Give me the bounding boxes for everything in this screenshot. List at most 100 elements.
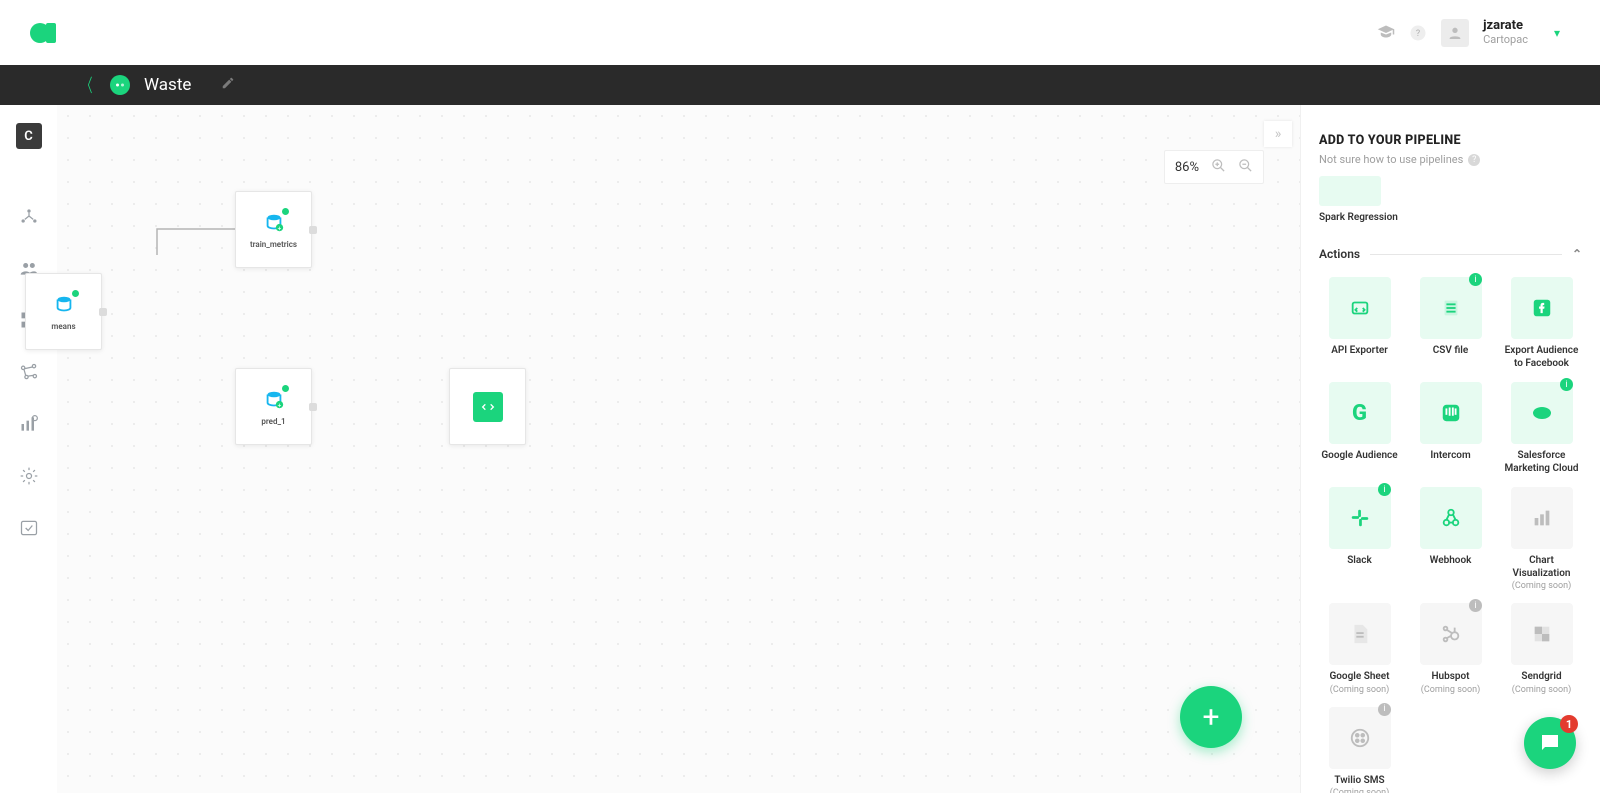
- tile-label: Google Sheet: [1329, 671, 1389, 684]
- pipeline-node-pred-1[interactable]: + pred_1: [235, 368, 312, 445]
- chat-notification-badge: 1: [1560, 715, 1578, 733]
- user-avatar[interactable]: [1441, 19, 1469, 47]
- action-tile-csv[interactable]: iCSV file: [1410, 277, 1491, 370]
- tile-label: Google Audience: [1321, 450, 1397, 463]
- project-icon: [110, 75, 130, 95]
- tile-label: Hubspot: [1431, 671, 1469, 684]
- action-tile-webhook[interactable]: Webhook: [1410, 487, 1491, 591]
- node-label: means: [51, 322, 75, 331]
- panel-title: ADD TO YOUR PIPELINE: [1319, 133, 1582, 148]
- help-icon[interactable]: ?: [1409, 24, 1427, 42]
- action-tile-hubspot[interactable]: iHubspot(Coming soon): [1410, 603, 1491, 695]
- database-icon: [51, 292, 77, 318]
- tile-label: CSV file: [1433, 345, 1469, 358]
- status-ok-icon: [280, 206, 291, 217]
- node-label: train_metrics: [250, 240, 297, 249]
- action-tile-sheet[interactable]: Google Sheet(Coming soon): [1319, 603, 1400, 695]
- zoom-out-icon[interactable]: [1238, 158, 1253, 177]
- pipeline-canvas[interactable]: means + train_metrics + pred_1: [57, 105, 1600, 793]
- nav-sql-icon[interactable]: [16, 515, 42, 541]
- tile-sublabel: (Coming soon): [1512, 581, 1571, 591]
- sheet-icon: [1329, 603, 1391, 665]
- tile-sublabel: (Coming soon): [1421, 685, 1480, 695]
- brand-logo[interactable]: [30, 23, 56, 43]
- zoom-control: 86%: [1164, 150, 1264, 184]
- hubspot-icon: [1420, 603, 1482, 665]
- tile-label: Salesforce Marketing Cloud: [1501, 450, 1582, 475]
- status-ok-icon: [280, 383, 291, 394]
- database-icon: +: [261, 210, 287, 236]
- chevron-down-icon[interactable]: ▾: [1554, 26, 1560, 40]
- database-icon: +: [261, 387, 287, 413]
- user-menu[interactable]: jzarate Cartopac: [1483, 19, 1528, 47]
- pipeline-node-code[interactable]: [449, 368, 526, 445]
- back-icon[interactable]: 〈: [82, 72, 93, 98]
- action-tile-twilio[interactable]: iTwilio SMS(Coming soon): [1319, 707, 1400, 793]
- action-tile-chart[interactable]: Chart Visualization(Coming soon): [1501, 487, 1582, 591]
- info-badge-icon: i: [1378, 483, 1391, 496]
- info-badge-icon: i: [1469, 599, 1482, 612]
- add-node-button[interactable]: +: [1180, 686, 1242, 748]
- api-icon: [1329, 277, 1391, 339]
- actions-heading: Actions: [1319, 247, 1360, 261]
- svg-text:+: +: [277, 401, 281, 409]
- zoom-in-icon[interactable]: [1211, 158, 1226, 177]
- status-ok-icon: [70, 288, 81, 299]
- action-tile-slack[interactable]: iSlack: [1319, 487, 1400, 591]
- tile-label: Slack: [1347, 555, 1372, 568]
- tile-label: Intercom: [1430, 450, 1470, 463]
- svg-text:+: +: [277, 224, 281, 232]
- chevron-up-icon[interactable]: ⌃: [1572, 247, 1582, 261]
- edit-icon[interactable]: [221, 76, 235, 94]
- tile-label: Sendgrid: [1521, 671, 1561, 684]
- action-tile-google[interactable]: G Google Audience: [1319, 382, 1400, 475]
- intercom-icon: [1420, 382, 1482, 444]
- tile-label: Webhook: [1430, 555, 1472, 568]
- nav-graph-icon[interactable]: [16, 359, 42, 385]
- salesforce-icon: [1511, 382, 1573, 444]
- nav-analytics-icon[interactable]: [16, 411, 42, 437]
- panel-help[interactable]: Not sure how to use pipelines ?: [1319, 153, 1582, 166]
- spark-regression-tile[interactable]: [1319, 176, 1381, 206]
- sendgrid-icon: [1511, 603, 1573, 665]
- project-titlebar: 〈 Waste: [0, 65, 1600, 105]
- spark-regression-label: Spark Regression: [1319, 212, 1582, 223]
- nav-workspace-initial[interactable]: C: [16, 123, 42, 149]
- action-tile-salesforce[interactable]: iSalesforce Marketing Cloud: [1501, 382, 1582, 475]
- project-name: Waste: [144, 75, 191, 95]
- collapse-panel-icon[interactable]: »: [1264, 121, 1292, 147]
- csv-icon: [1420, 277, 1482, 339]
- nav-settings-icon[interactable]: [16, 463, 42, 489]
- action-tile-sendgrid[interactable]: Sendgrid(Coming soon): [1501, 603, 1582, 695]
- tile-label: Twilio SMS: [1334, 775, 1384, 788]
- node-label: pred_1: [261, 417, 285, 426]
- action-tile-facebook[interactable]: Export Audience to Facebook: [1501, 277, 1582, 370]
- plus-icon: +: [1202, 700, 1219, 735]
- tile-label: Chart Visualization: [1501, 555, 1582, 580]
- code-icon: [473, 392, 503, 422]
- slack-icon: [1329, 487, 1391, 549]
- facebook-icon: [1511, 277, 1573, 339]
- zoom-percent: 86%: [1175, 160, 1199, 175]
- info-badge-icon: i: [1378, 703, 1391, 716]
- action-tile-api[interactable]: API Exporter: [1319, 277, 1400, 370]
- add-to-pipeline-panel: ADD TO YOUR PIPELINE Not sure how to use…: [1300, 105, 1600, 793]
- chart-icon: [1511, 487, 1573, 549]
- svg-text:?: ?: [1416, 29, 1420, 39]
- pipeline-node-train-metrics[interactable]: + train_metrics: [235, 191, 312, 268]
- tile-label: API Exporter: [1331, 345, 1388, 358]
- google-icon: G: [1329, 382, 1391, 444]
- nav-segment-icon[interactable]: [16, 203, 42, 229]
- academy-icon[interactable]: [1377, 24, 1395, 42]
- action-tile-intercom[interactable]: Intercom: [1410, 382, 1491, 475]
- info-badge-icon: i: [1560, 378, 1573, 391]
- webhook-icon: [1420, 487, 1482, 549]
- pipeline-node-means[interactable]: means: [25, 273, 102, 350]
- user-org: Cartopac: [1483, 34, 1528, 47]
- chat-launcher[interactable]: 1: [1524, 717, 1576, 769]
- tile-label: Export Audience to Facebook: [1501, 345, 1582, 370]
- twilio-icon: [1329, 707, 1391, 769]
- tile-sublabel: (Coming soon): [1512, 685, 1571, 695]
- info-badge-icon: i: [1469, 273, 1482, 286]
- tile-sublabel: (Coming soon): [1330, 685, 1389, 695]
